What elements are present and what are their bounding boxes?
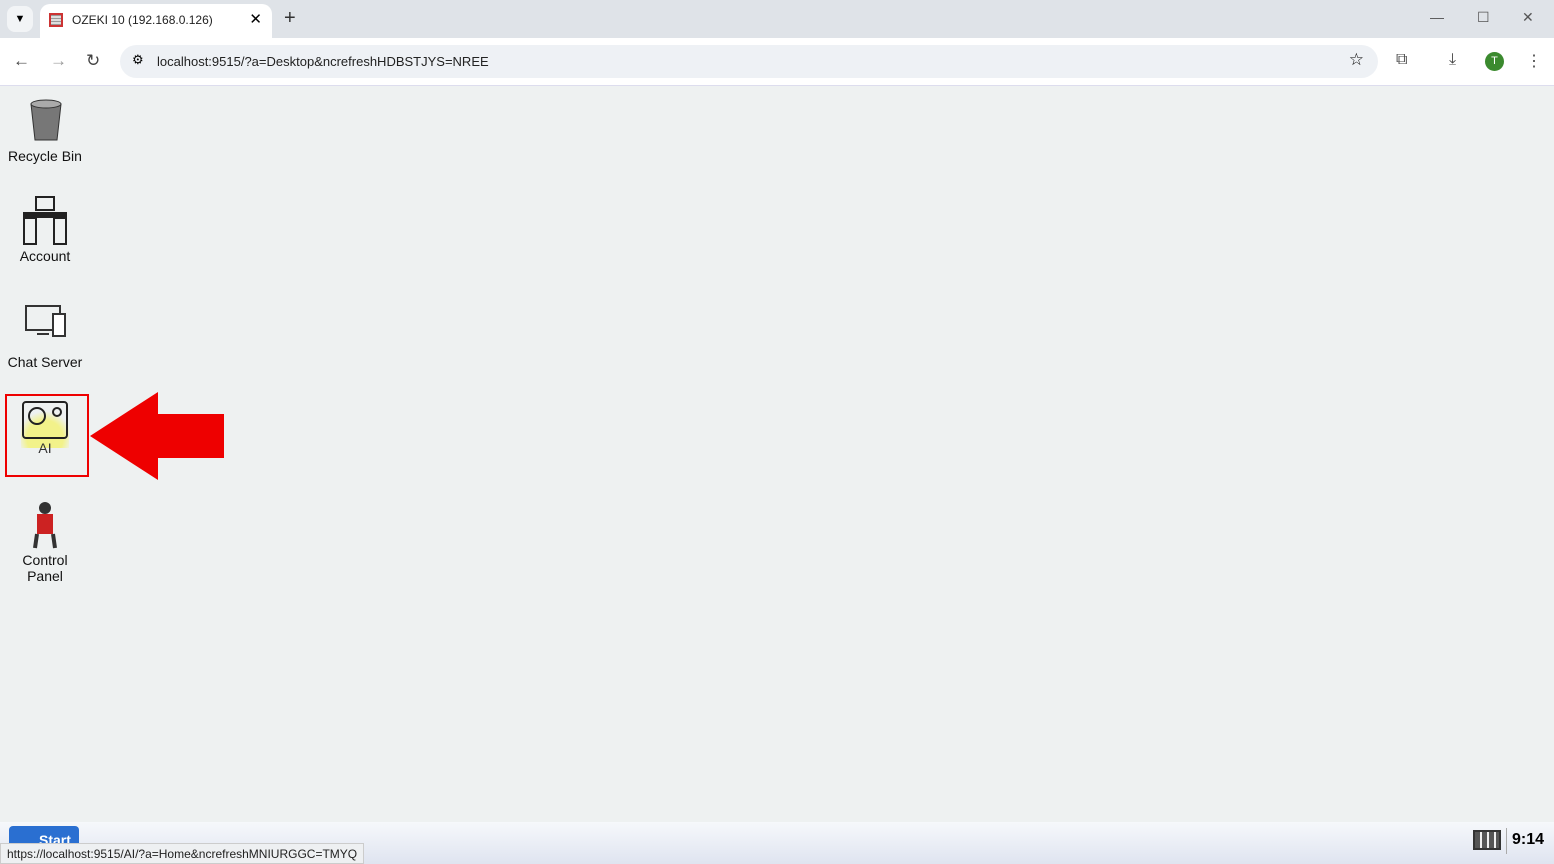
menu-icon[interactable]: ⋮ (1526, 51, 1542, 71)
control-panel-icon (21, 500, 69, 549)
desktop-icon-chat-server[interactable]: Chat Server (0, 302, 90, 370)
taskbar-divider (1506, 828, 1507, 854)
maximize-button[interactable]: ☐ (1477, 9, 1490, 26)
desktop-icon-account[interactable]: Account (0, 196, 90, 264)
highlight-box (5, 394, 89, 477)
bookmark-star-icon[interactable]: ☆ (1349, 50, 1364, 70)
close-window-button[interactable]: ✕ (1522, 9, 1534, 26)
desktop-icon-recycle-bin[interactable]: Recycle Bin (0, 96, 90, 164)
address-bar[interactable]: ⚙ localhost:9515/?a=Desktop&ncrefreshHDB… (120, 45, 1378, 78)
minimize-button[interactable]: — (1430, 9, 1444, 25)
icon-label: Chat Server (7, 354, 83, 370)
link-status-bubble: https://localhost:9515/AI/?a=Home&ncrefr… (0, 843, 365, 864)
tab-title: OZEKI 10 (192.168.0.126) (72, 13, 213, 27)
icon-label: Control Panel (22, 552, 68, 584)
new-tab-button[interactable]: + (284, 7, 296, 30)
reload-button[interactable]: ↻ (86, 51, 100, 71)
monitor-icon[interactable] (1473, 830, 1501, 850)
forward-button[interactable]: → (50, 51, 67, 71)
icon-label: Account (19, 248, 71, 264)
download-icon[interactable]: ⤓ (1449, 51, 1456, 69)
chat-server-icon (21, 302, 69, 350)
red-arrow-annotation (90, 392, 224, 480)
site-info-icon[interactable]: ⚙ (132, 52, 144, 68)
tab-search-button[interactable]: ▼ (7, 6, 33, 32)
icon-label: Recycle Bin (8, 148, 82, 164)
desktop-icon-control-panel[interactable]: Control Panel (0, 500, 90, 584)
clock: 9:14 (1512, 831, 1545, 848)
profile-avatar[interactable]: T (1485, 52, 1504, 71)
tab-strip: ▼ OZEKI 10 (192.168.0.126) ✕ + — ☐ ✕ (0, 0, 1554, 38)
ozeki-favicon-icon (49, 13, 63, 27)
url-text[interactable]: localhost:9515/?a=Desktop&ncrefreshHDBST… (157, 54, 489, 69)
browser-tab[interactable]: OZEKI 10 (192.168.0.126) ✕ (40, 4, 272, 38)
close-tab-icon[interactable]: ✕ (249, 10, 262, 28)
extensions-icon[interactable]: ⧉ (1396, 51, 1407, 69)
browser-toolbar: ← → ↻ ⚙ localhost:9515/?a=Desktop&ncrefr… (0, 38, 1554, 86)
recycle-bin-icon (21, 96, 69, 144)
back-button[interactable]: ← (13, 51, 30, 71)
desk-account-icon (21, 196, 69, 245)
